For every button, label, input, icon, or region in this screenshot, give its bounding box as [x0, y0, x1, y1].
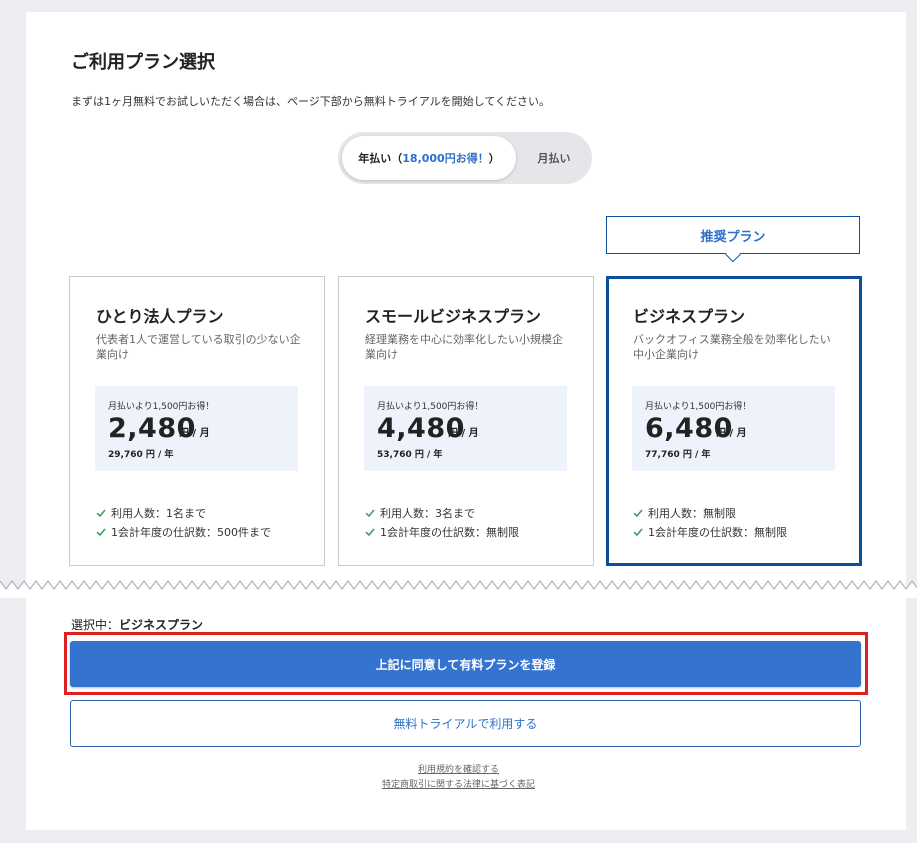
legal-notice-link[interactable]: 特定商取引に関する法律に基づく表記 — [0, 777, 917, 790]
page-subtitle: まずは1ヶ月無料でお試しいただく場合は、ページ下部から無料トライアルを開始してく… — [71, 95, 551, 108]
annual-label: 年払い（ — [358, 152, 403, 165]
plan-card-solo[interactable]: ひとり法人プラン 代表者1人で運営している取引の少ない企業向け 月払いより1,5… — [69, 276, 325, 566]
price-box: 月払いより1,500円お得！ 2,480 円 / 月 29,760 円 / 年 — [95, 386, 298, 471]
feature-item: 1会計年度の仕訳数：無制限 — [633, 524, 787, 540]
plan-name: スモールビジネスプラン — [365, 307, 542, 326]
check-icon — [365, 528, 375, 537]
feature-item: 1会計年度の仕訳数：無制限 — [365, 524, 519, 540]
check-icon — [365, 509, 375, 518]
register-paid-plan-button[interactable]: 上記に同意して有料プランを登録 — [70, 641, 861, 687]
price-box: 月払いより1,500円お得！ 4,480 円 / 月 53,760 円 / 年 — [364, 386, 567, 471]
feature-item: 利用人数：3名まで — [365, 505, 475, 521]
feature-text: 1会計年度の仕訳数：500件まで — [111, 526, 271, 539]
plan-name: ひとり法人プラン — [96, 307, 224, 326]
free-trial-button[interactable]: 無料トライアルで利用する — [70, 700, 861, 747]
selected-plan-name: ビジネスプラン — [119, 618, 204, 632]
feature-text: 利用人数：無制限 — [648, 507, 736, 520]
price-unit: 円 / 月 — [179, 428, 210, 439]
feature-item: 利用人数：無制限 — [633, 505, 736, 521]
yearly-price: 29,760 円 / 年 — [108, 450, 174, 460]
selected-plan-indicator: 選択中：ビジネスプラン — [71, 616, 203, 633]
check-icon — [96, 528, 106, 537]
feature-text: 利用人数：1名まで — [111, 507, 206, 520]
billing-toggle: 年払い（ 18,000円お得！） 月払い — [338, 132, 592, 184]
annual-billing-option[interactable]: 年払い（ 18,000円お得！） — [342, 136, 516, 180]
yearly-price: 77,760 円 / 年 — [645, 450, 711, 460]
plan-description: バックオフィス業務全般を効率化したい中小企業向け — [633, 333, 831, 361]
price-unit: 円 / 月 — [716, 428, 747, 439]
check-icon — [96, 509, 106, 518]
savings-note: 月払いより1,500円お得！ — [377, 402, 484, 412]
plan-name: ビジネスプラン — [633, 307, 746, 326]
check-icon — [633, 509, 643, 518]
zigzag-divider — [0, 580, 917, 598]
plan-card-business[interactable]: ビジネスプラン バックオフィス業務全般を効率化したい中小企業向け 月払いより1,… — [606, 276, 862, 566]
savings-note: 月払いより1,500円お得！ — [108, 402, 215, 412]
annual-savings-highlight: 18,000円お得！ — [402, 152, 489, 165]
price-box: 月払いより1,500円お得！ 6,480 円 / 月 77,760 円 / 年 — [632, 386, 835, 471]
annual-label-suffix: ） — [488, 152, 500, 165]
feature-item: 1会計年度の仕訳数：500件まで — [96, 524, 271, 540]
feature-text: 1会計年度の仕訳数：無制限 — [380, 526, 519, 539]
plan-card-small-business[interactable]: スモールビジネスプラン 経理業務を中心に効率化したい小規模企業向け 月払いより1… — [338, 276, 594, 566]
terms-link[interactable]: 利用規約を確認する — [0, 762, 917, 775]
plan-description: 経理業務を中心に効率化したい小規模企業向け — [365, 333, 563, 361]
check-icon — [633, 528, 643, 537]
page-title: ご利用プラン選択 — [71, 52, 215, 73]
yearly-price: 53,760 円 / 年 — [377, 450, 443, 460]
feature-text: 1会計年度の仕訳数：無制限 — [648, 526, 787, 539]
price-unit: 円 / 月 — [448, 428, 479, 439]
feature-text: 利用人数：3名まで — [380, 507, 475, 520]
selected-prefix: 選択中： — [71, 618, 120, 632]
monthly-billing-option[interactable]: 月払い — [516, 136, 592, 180]
recommended-plan-tag: 推奨プラン — [606, 216, 860, 254]
plan-description: 代表者1人で運営している取引の少ない企業向け — [96, 333, 301, 361]
feature-item: 利用人数：1名まで — [96, 505, 206, 521]
savings-note: 月払いより1,500円お得！ — [645, 402, 752, 412]
